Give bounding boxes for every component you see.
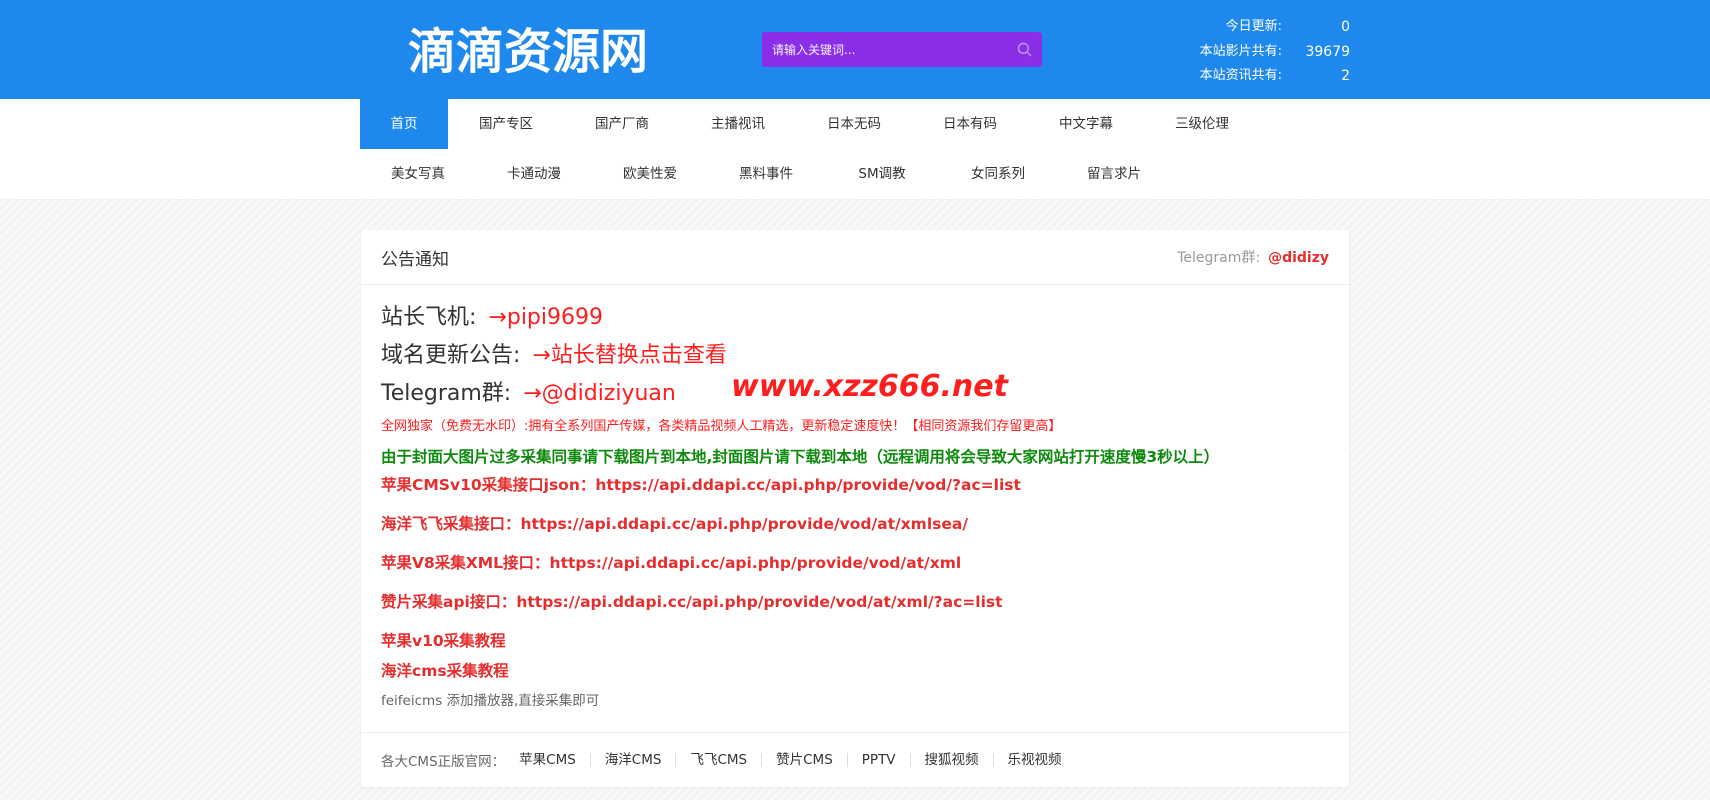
cms-link-letv[interactable]: 乐视视频 xyxy=(994,753,1076,767)
api-line-zanpian[interactable]: 赞片采集api接口：https://api.ddapi.cc/api.php/p… xyxy=(381,591,1329,613)
nav-item-category-3[interactable]: 三级伦理 xyxy=(1144,99,1260,149)
stat-today-updates: 今日更新: 0 xyxy=(1150,15,1350,40)
domain-update-link[interactable]: →站长替换点击查看 xyxy=(532,343,726,368)
exclusive-notice: 全网独家（免费无水印）:拥有全系列国产传媒，各类精品视频人工精选，更新稳定速度快… xyxy=(381,419,1062,434)
nav-item-anime[interactable]: 卡通动漫 xyxy=(476,149,592,199)
nav-row-1: 首页 国产专区 国产厂商 主播视讯 日本无码 日本有码 中文字幕 三级伦理 xyxy=(360,99,1350,149)
stat-label: 今日更新: xyxy=(1225,19,1282,34)
nav-item-photos[interactable]: 美女写真 xyxy=(360,149,476,199)
line-label: Telegram群: xyxy=(381,381,512,406)
stat-value: 39679 xyxy=(1305,43,1350,60)
nav-item-scandals[interactable]: 黑料事件 xyxy=(708,149,824,199)
tutorial-link-seacms[interactable]: 海洋cms采集教程 xyxy=(381,660,1329,682)
search-icon xyxy=(1017,42,1031,57)
stat-value: 0 xyxy=(1341,19,1350,35)
nav-bar: 首页 国产专区 国产厂商 主播视讯 日本无码 日本有码 中文字幕 三级伦理 美女… xyxy=(0,99,1710,199)
line-label: 域名更新公告: xyxy=(381,343,521,368)
notice-panel: 公告通知 Telegram群: @didizy 站长飞机: →pipi9699 域名… xyxy=(361,230,1349,787)
telegram-link[interactable]: @didizy xyxy=(1268,250,1329,266)
cms-link-maccms[interactable]: 苹果CMS xyxy=(505,753,591,767)
nav-item-western[interactable]: 欧美性爱 xyxy=(592,149,708,199)
api-line-maccms-v10[interactable]: 苹果CMSv10采集接口json：https://api.ddapi.cc/ap… xyxy=(381,474,1329,496)
notice-body: 站长飞机: →pipi9699 域名更新公告: →站长替换点击查看 Telegram… xyxy=(361,285,1349,712)
telegram-group: Telegram群: @didizy xyxy=(1177,247,1329,267)
feifeicms-note: feifeicms 添加播放器,直接采集即可 xyxy=(381,693,600,709)
nav-item-requests[interactable]: 留言求片 xyxy=(1056,149,1172,199)
telegram-channel-link[interactable]: →@didiziyuan xyxy=(523,381,676,406)
tutorial-link-maccms[interactable]: 苹果v10采集教程 xyxy=(381,630,1329,652)
notice-header: 公告通知 Telegram群: @didizy xyxy=(361,230,1349,285)
cms-link-zanpiancms[interactable]: 赞片CMS xyxy=(762,753,848,767)
site-logo[interactable]: 滴滴资源网 xyxy=(408,22,648,82)
search-input[interactable] xyxy=(762,32,1006,67)
stat-value: 2 xyxy=(1341,68,1350,84)
nav-item-jp-censored[interactable]: 日本有码 xyxy=(912,99,1028,149)
nav-item-lesbian[interactable]: 女同系列 xyxy=(940,149,1056,199)
cms-link-sohu[interactable]: 搜狐视频 xyxy=(911,753,994,767)
api-line-maccms-v8[interactable]: 苹果V8采集XML接口：https://api.ddapi.cc/api.php… xyxy=(381,552,1329,574)
stat-label: 本站影片共有: xyxy=(1199,43,1282,59)
nav-item-sm[interactable]: SM调教 xyxy=(824,149,940,199)
nav-row-2: 美女写真 卡通动漫 欧美性爱 黑料事件 SM调教 女同系列 留言求片 xyxy=(360,149,1350,199)
cms-link-pptv[interactable]: PPTV xyxy=(848,753,911,767)
api-line-seacms[interactable]: 海洋飞飞采集接口：https://api.ddapi.cc/api.php/pr… xyxy=(381,513,1329,535)
category-nav: 首页 国产专区 国产厂商 主播视讯 日本无码 日本有码 中文字幕 三级伦理 美女… xyxy=(360,99,1350,199)
telegram-label: Telegram群: xyxy=(1177,250,1261,266)
cms-link-feifeicms[interactable]: 飞飞CMS xyxy=(676,753,763,767)
stat-label: 本站资讯共有: xyxy=(1199,68,1282,83)
stat-total-videos: 本站影片共有: 39679 xyxy=(1150,40,1350,65)
notice-line-admin: 站长飞机: →pipi9699 xyxy=(381,299,1329,337)
line-label: 站长飞机: xyxy=(381,305,477,330)
nav-item-domestic[interactable]: 国产专区 xyxy=(448,99,564,149)
stat-total-articles: 本站资讯共有: 2 xyxy=(1150,64,1350,89)
notice-title: 公告通知 xyxy=(381,249,449,270)
site-header: 滴滴资源网 今日更新: 0 本站影片共有: 39679 本站资讯共有: 2 xyxy=(0,0,1710,99)
search-button[interactable] xyxy=(1006,32,1042,67)
cover-image-notice: 由于封面大图片过多采集同事请下载图片到本地,封面图片请下载到本地（远程调用将会导… xyxy=(381,448,1220,466)
cms-link-seacms[interactable]: 海洋CMS xyxy=(591,753,677,767)
nav-item-live-streams[interactable]: 主播视讯 xyxy=(680,99,796,149)
search-bar xyxy=(762,32,1042,67)
admin-contact-link[interactable]: →pipi9699 xyxy=(488,305,603,330)
nav-item-chinese-subs[interactable]: 中文字幕 xyxy=(1028,99,1144,149)
nav-item-domestic-studios[interactable]: 国产厂商 xyxy=(564,99,680,149)
site-stats: 今日更新: 0 本站影片共有: 39679 本站资讯共有: 2 xyxy=(1150,15,1350,89)
nav-item-jp-uncensored[interactable]: 日本无码 xyxy=(796,99,912,149)
nav-item-home[interactable]: 首页 xyxy=(360,99,448,149)
cms-links-label: 各大CMS正版官网： xyxy=(381,754,506,770)
cms-links-footer: 各大CMS正版官网： 苹果CMS 海洋CMS 飞飞CMS 赞片CMS PPTV … xyxy=(361,732,1349,787)
domain-watermark: www.xzz666.net xyxy=(731,369,1008,404)
